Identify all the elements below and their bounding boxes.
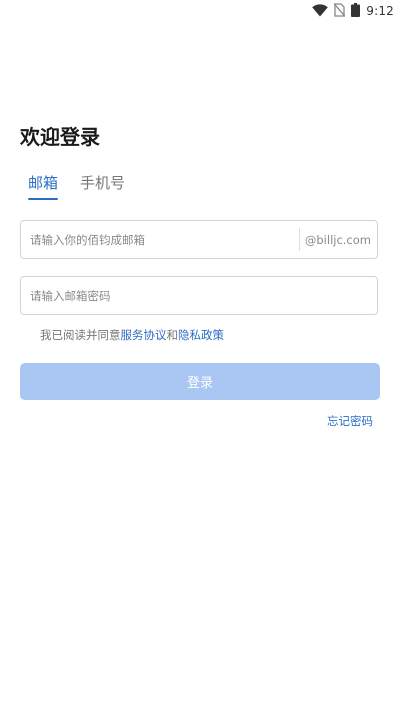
agreement-conjunction: 和 bbox=[166, 328, 179, 342]
no-sim-icon bbox=[333, 2, 346, 21]
tab-phone[interactable]: 手机号 bbox=[80, 172, 125, 198]
agreement-text: 我已阅读并同意服务协议和隐私政策 bbox=[40, 327, 224, 343]
email-field: @billjc.com bbox=[20, 220, 378, 259]
password-input[interactable] bbox=[21, 277, 377, 314]
agreement-prefix: 我已阅读并同意 bbox=[40, 328, 121, 342]
email-input[interactable] bbox=[21, 221, 299, 258]
status-time: 9:12 bbox=[366, 4, 394, 18]
privacy-policy-link[interactable]: 隐私政策 bbox=[178, 328, 224, 342]
tab-email[interactable]: 邮箱 bbox=[28, 172, 59, 200]
password-field bbox=[20, 276, 378, 315]
wifi-icon bbox=[312, 2, 329, 21]
email-domain-suffix: @billjc.com bbox=[304, 232, 371, 247]
battery-icon bbox=[351, 2, 361, 21]
service-agreement-link[interactable]: 服务协议 bbox=[121, 328, 167, 342]
status-bar: 9:12 bbox=[0, 0, 400, 22]
login-method-tabs: 邮箱 手机号 bbox=[28, 172, 125, 200]
page-title: 欢迎登录 bbox=[20, 125, 100, 149]
login-screen: 9:12 欢迎登录 邮箱 手机号 @billjc.com 我已阅读并同意服务协议… bbox=[0, 0, 400, 710]
login-button[interactable]: 登录 bbox=[20, 363, 380, 400]
forgot-password-link[interactable]: 忘记密码 bbox=[327, 413, 373, 429]
status-icons: 9:12 bbox=[312, 2, 394, 21]
